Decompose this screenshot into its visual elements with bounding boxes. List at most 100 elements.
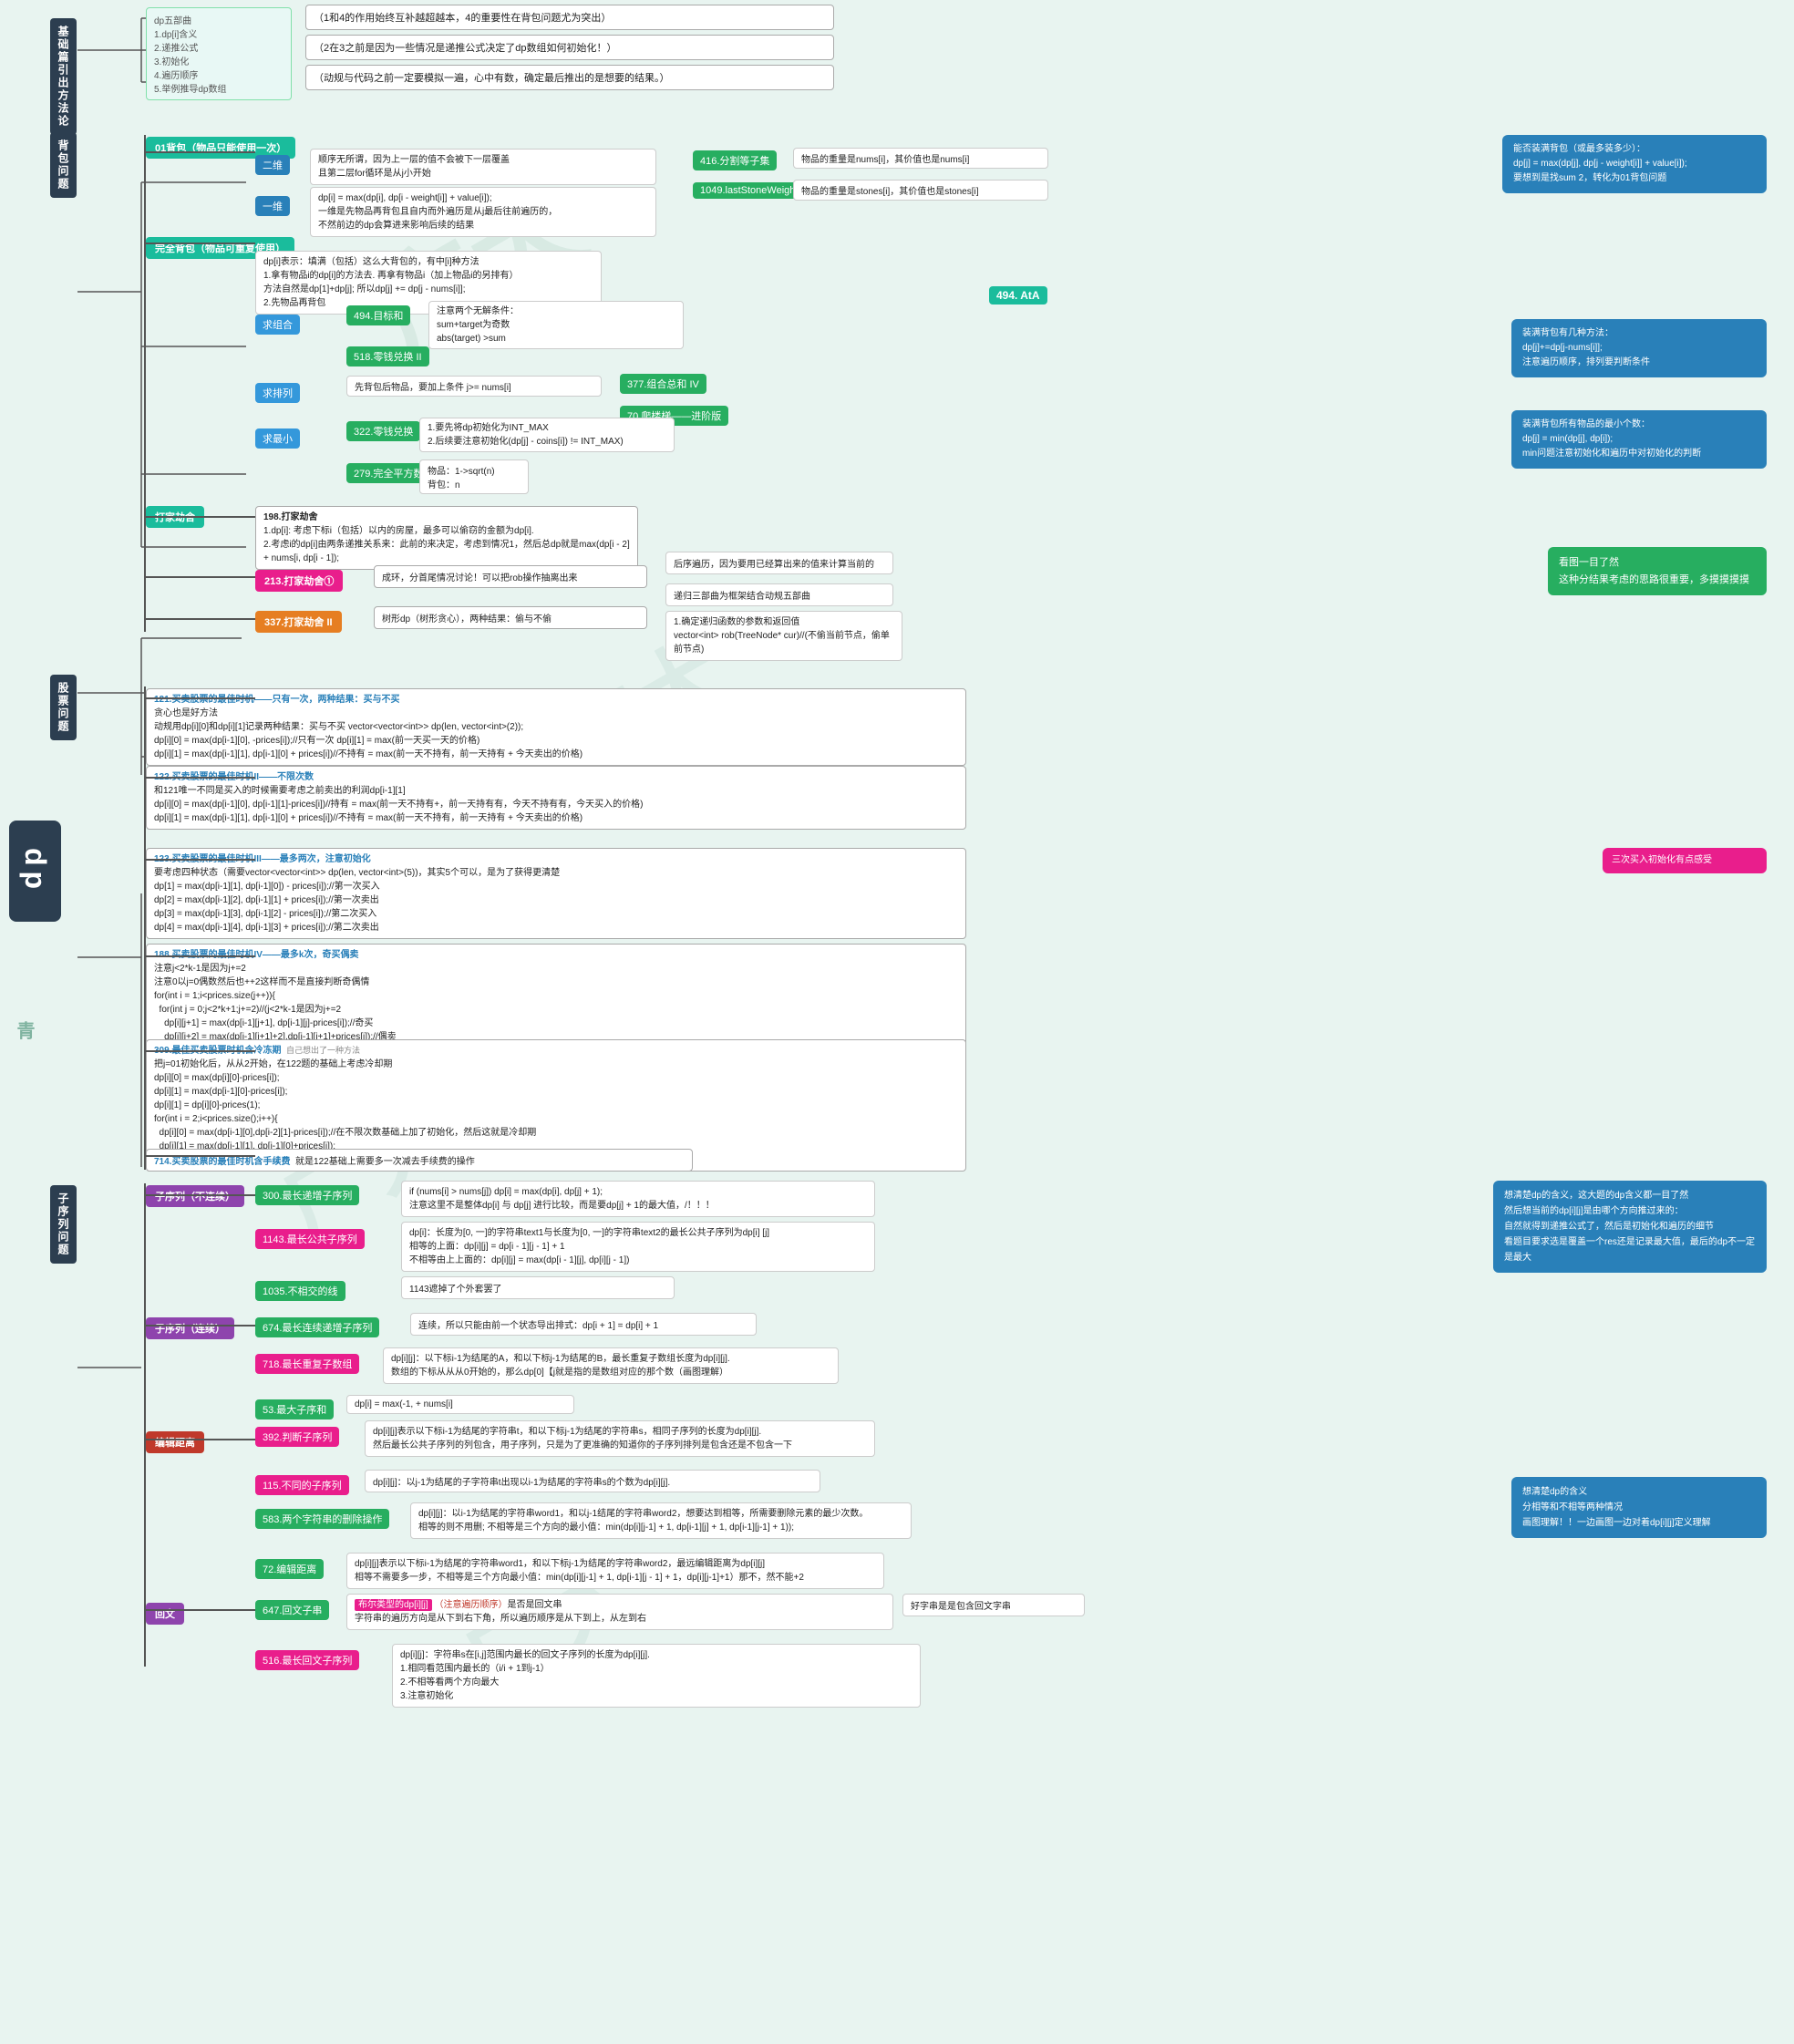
h-123 — [144, 859, 255, 861]
note-right-bianji: 想清楚dp的含义 分相等和不相等两种情况 画图理解！！一边画图一边对着dp[i]… — [1511, 1477, 1767, 1538]
h-213 — [144, 576, 255, 578]
section-zisulie: 子序列问题 — [50, 1185, 77, 1264]
problem-279: 279.完全平方数 — [346, 463, 430, 483]
note-right-bag-methods: 装满背包有几种方法： dp[j]+=dp[j-nums[i]]; 注意遍历顺序，… — [1511, 319, 1767, 377]
highlight-494-ata: 494. AtA — [989, 286, 1047, 305]
note-right-bag-min: 装满背包所有物品的最小个数： dp[j] = min(dp[j], dp[i])… — [1511, 410, 1767, 469]
note-2before3: （2在3之前是因为一些情况是递推公式决定了dp数组如何初始化！） — [305, 35, 834, 60]
problem-213: 213.打家劫舍① — [255, 570, 343, 592]
note-1143: dp[i]：长度为[0, 一]的字符串text1与长度为[0, 一]的字符串te… — [401, 1222, 875, 1272]
label-bulianxu: 子序列（不连续） — [146, 1185, 244, 1207]
connector-beibao-v — [144, 135, 146, 518]
problem-300: 300.最长递增子序列 — [255, 1185, 359, 1205]
problem-518: 518.零钱兑换 II — [346, 346, 429, 366]
note-337: 树形dp（树形贪心），两种结果：偷与不偷 — [374, 606, 647, 629]
note-123-full: 123.买卖股票的最佳时机III——最多两次，注意初始化 要考虑四种状态（需要v… — [146, 848, 966, 939]
problem-53: 53.最大子序和 — [255, 1399, 334, 1419]
problem-1143: 1143.最长公共子序列 — [255, 1229, 365, 1249]
h-121 — [144, 697, 255, 699]
label-bianji: 编辑距离 — [146, 1431, 204, 1453]
note-122-full: 122.买卖股票的最佳时机II——不限次数 和121唯一不同是买入的时候需要考虑… — [146, 766, 966, 830]
dp-label: dp — [19, 848, 52, 894]
label-erwei: 二维 — [255, 155, 290, 175]
section-gupiao: 股票问题 — [50, 675, 77, 740]
note-516: dp[i][j]：字符串s在[i,j]范围内最长的回文子序列的长度为dp[i][… — [392, 1644, 921, 1708]
h-337 — [144, 618, 255, 620]
problem-647: 647.回文子串 — [255, 1600, 329, 1620]
note-198: 198.打家劫舍 1.dp[i]: 考虑下标i（包括）以内的房屋，最多可以偷窃的… — [255, 506, 638, 570]
note-647-right: 好字串是是包含回文字串 — [902, 1594, 1085, 1616]
h-122 — [144, 777, 255, 779]
problem-322: 322.零钱兑换 — [346, 421, 420, 441]
note-674: 连续，所以只能由前一个状态导出排式：dp[i + 1] = dp[i] + 1 — [410, 1313, 757, 1336]
connector-rob-v — [144, 504, 146, 632]
label-yiwei: 一维 — [255, 196, 290, 216]
note-279: 物品：1->sqrt(n)背包：n — [419, 459, 529, 494]
note-right-dp-meaning: 想清楚dp的含义，这大题的dp含义都一目了然 然后想当前的dp[i][j]是由哪… — [1493, 1181, 1767, 1273]
note-322: 1.要先将dp初始化为INT_MAX2.后续要注意初始化(dp[j] - coi… — [419, 418, 675, 452]
note-714-full: 714.买卖股票的最佳时机含手续费 就是122基础上需要多一次减去手续费的操作 — [146, 1149, 693, 1172]
note-yiwei: dp[i] = max(dp[i], dp[i - weight[i]] + v… — [310, 187, 656, 237]
h-714 — [144, 1155, 255, 1157]
note-53: dp[i] = max(-1, + nums[i] — [346, 1395, 574, 1414]
note-1035: 1143遮掉了个外套罢了 — [401, 1276, 675, 1299]
problem-337: 337.打家劫舍 II — [255, 611, 342, 633]
note-qiupai: 先背包后物品，要加上条件 j>= nums[i] — [346, 376, 602, 397]
note-rob: 后序遍历，因为要用已经算出来的值来计算当前的 — [665, 552, 893, 574]
side-label-dp: dp — [9, 821, 61, 922]
note-rob3: 1.确定递归函数的参数和返回值vector<int> rob(TreeNode*… — [665, 611, 902, 661]
note-300: if (nums[i] > nums[j]) dp[i] = max(dp[i]… — [401, 1181, 875, 1217]
problem-392: 392.判断子序列 — [255, 1427, 339, 1447]
problem-72: 72.编辑距离 — [255, 1559, 324, 1579]
qing-label: 青 — [14, 1021, 34, 1039]
connector-zisulie-v — [144, 1183, 146, 1667]
problem-674: 674.最长连续递增子序列 — [255, 1317, 379, 1337]
h-392 — [144, 1439, 255, 1440]
note-1and4: （1和4的作用始终互补越超越本，4的重要性在背包问题尤为突出） — [305, 5, 834, 30]
problem-377: 377.组合总和 IV — [620, 374, 706, 394]
problem-416: 416.分割等子集 — [693, 150, 777, 170]
note-1049: 物品的重量是stones[i]，其价值也是stones[i] — [793, 180, 1048, 201]
note-right-bag-full: 能否装满背包（或最多装多少）： dp[j] = max(dp[j], dp[j … — [1502, 135, 1767, 193]
note-583: dp[i][j]：以i-1为结尾的字符串word1，和以j-1结尾的字符串wor… — [410, 1502, 912, 1539]
note-392: dp[i][j]表示以下标i-1为结尾的字符串t，和以下标j-1为结尾的字符串s… — [365, 1420, 875, 1457]
h-wanquan — [144, 243, 255, 244]
label-qiuzu: 求组合 — [255, 315, 300, 335]
note-simulate: （动规与代码之前一定要模拟一遍，心中有数，确定最后推出的是想要的结果。） — [305, 65, 834, 90]
note-erwei: 顺序无所谓，因为上一层的值不会被下一层覆盖且第二层for循环是从j小开始 — [310, 149, 656, 185]
note-416: 物品的重量是nums[i]，其价值也是nums[i] — [793, 148, 1048, 169]
label-huiwen: 回文 — [146, 1603, 184, 1625]
h-309 — [144, 1050, 255, 1052]
problem-494: 494.目标和 — [346, 305, 410, 325]
connector-gupiao-v — [144, 686, 146, 1170]
section-jichulun: 基础篇引出方法论 — [50, 18, 77, 135]
h-300 — [144, 1194, 255, 1196]
problem-516: 516.最长回文子序列 — [255, 1650, 359, 1670]
note-three-buy: 三次买入初始化有点感受 — [1603, 848, 1767, 873]
note-115: dp[i][j]：以j-1为结尾的子字符串t出现以i-1为结尾的字符串s的个数为… — [365, 1470, 820, 1492]
problem-583: 583.两个字符串的删除操作 — [255, 1509, 389, 1529]
note-494: 注意两个无解条件：sum+target为奇数abs(target) >sum — [428, 301, 684, 349]
label-qiumin: 求最小 — [255, 428, 300, 449]
note-121-full: 121.买卖股票的最佳时机——只有一次，两种结果：买与不买 贪心也是好方法 动规… — [146, 688, 966, 766]
note-718: dp[i][j]：以下标i-1为结尾的A，和以下标j-1为结尾的B，最长重复子数… — [383, 1347, 839, 1384]
problem-115: 115.不同的子序列 — [255, 1475, 349, 1495]
problem-718: 718.最长重复子数组 — [255, 1354, 359, 1374]
h-198 — [144, 516, 255, 518]
problem-1035: 1035.不相交的线 — [255, 1281, 345, 1301]
h-01beibao — [144, 151, 255, 153]
note-right-rob: 看图一目了然 这种分结果考虑的思路很重要，多摸摸摸摸 — [1548, 547, 1767, 595]
main-canvas: 广大 广大 广大 广大 dp 青 基础篇引出方法论 dp五部曲 1.dp[i]含… — [0, 0, 1794, 2044]
h-647 — [144, 1609, 255, 1611]
h-674 — [144, 1325, 255, 1327]
dp-wubuqu-list: dp五部曲 1.dp[i]含义 2.递推公式 3.初始化 4.遍历顺序 5.举例… — [146, 7, 292, 100]
section-beibao: 背包问题 — [50, 132, 77, 198]
note-rob2: 递归三部曲为框架结合动规五部曲 — [665, 583, 893, 606]
side-label-qing: 青 — [11, 1021, 37, 1039]
label-qiupai: 求排列 — [255, 383, 300, 403]
label-lianxu: 子序列（连续） — [146, 1317, 234, 1339]
h-188 — [144, 955, 255, 957]
note-647: 布尔类型的dp[i][j] （注意遍历顺序）是否是回文串 字符串的遍历方向是从下… — [346, 1594, 893, 1630]
note-213: 成环，分首尾情况讨论！可以把rob操作抽离出来 — [374, 565, 647, 588]
note-72: dp[i][j]表示以下标i-1为结尾的字符串word1，和以下标j-1为结尾的… — [346, 1553, 884, 1589]
